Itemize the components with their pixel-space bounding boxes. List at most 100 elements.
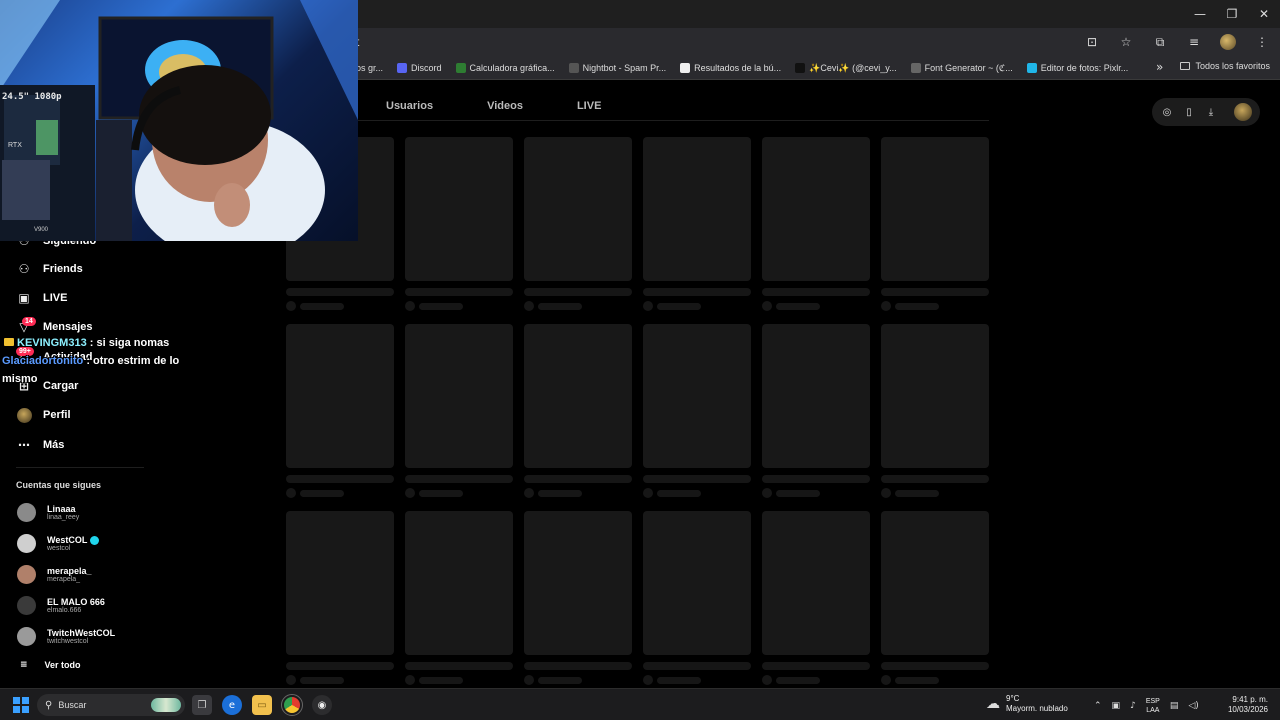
bookmark-favicon xyxy=(397,63,408,73)
edge-icon[interactable]: e xyxy=(222,695,242,715)
followed-account[interactable]: EL MALO 666 elmalo.666 xyxy=(17,596,105,615)
install-app-icon[interactable]: ⊡ xyxy=(1082,32,1102,52)
skeleton-meta xyxy=(405,675,513,685)
skeleton-thumb xyxy=(881,324,989,468)
account-name: merapela_ xyxy=(47,566,92,576)
bookmark-item[interactable]: Calculadora gráfica... xyxy=(455,63,555,73)
toolbar-icons: ⊡ ☆ ⧉ ≡ ⋮ xyxy=(1082,32,1272,52)
account-name: EL MALO 666 xyxy=(47,597,105,607)
skeleton-line xyxy=(762,288,870,296)
skeleton-line xyxy=(643,475,751,483)
clock-date: 10/03/2026 xyxy=(1227,705,1268,714)
see-all-label: Ver todo xyxy=(44,660,81,670)
download-icon[interactable]: ⤓ xyxy=(1204,105,1218,119)
bookmark-item[interactable]: Editor de fotos: Pixlr... xyxy=(1026,63,1128,73)
bookmark-item[interactable]: Font Generator ~ (ℭ... xyxy=(910,62,1013,74)
account-text: TwitchWestCOL twitchwestcol xyxy=(47,628,115,645)
avatar xyxy=(17,627,36,646)
account-text: Linaaa linaa_reey xyxy=(47,504,79,521)
skeleton-thumb xyxy=(762,511,870,655)
followed-account[interactable]: Linaaa linaa_reey xyxy=(17,503,79,522)
bookmark-favicon xyxy=(910,63,921,73)
followed-account[interactable]: WestCOL westcol xyxy=(17,534,100,553)
sidebar-item-mas[interactable]: ⋯ Más xyxy=(16,437,64,453)
messages-badge: 14 xyxy=(22,317,36,326)
tab-live[interactable]: LIVE xyxy=(577,100,601,112)
chat-username: Glaciadortonito xyxy=(2,355,84,367)
bookmark-star-icon[interactable]: ☆ xyxy=(1116,32,1136,52)
tab-videos[interactable]: Videos xyxy=(487,100,523,112)
followed-account[interactable]: merapela_ merapela_ xyxy=(17,565,92,584)
bookmark-item[interactable]: Nightbot - Spam Pr... xyxy=(568,63,666,73)
extensions-icon[interactable]: ⧉ xyxy=(1150,32,1170,52)
bookmark-item[interactable]: Discord xyxy=(397,63,442,73)
bookmark-favicon xyxy=(568,63,579,73)
tab-usuarios[interactable]: Usuarios xyxy=(386,100,433,112)
skeleton-meta xyxy=(762,675,870,685)
stream-chat-overlay: KEVINGM313 : si siga nomas Glaciadortoni… xyxy=(2,334,202,388)
skeleton-line xyxy=(881,475,989,483)
cloud-icon: ☁ xyxy=(986,696,1000,712)
see-all-button[interactable]: ≡ Ver todo xyxy=(20,660,81,670)
bookmark-item[interactable]: os gr... xyxy=(356,63,383,73)
tray-app-icon[interactable]: ▣ xyxy=(1112,701,1121,711)
taskbar-search[interactable]: ⚲ Buscar xyxy=(37,694,185,716)
lang-layout: LAA xyxy=(1146,707,1160,714)
language-indicator[interactable]: ESP LAA xyxy=(1146,697,1160,715)
skeleton-line xyxy=(524,288,632,296)
all-favorites-button[interactable]: Todos los favoritos xyxy=(1180,61,1270,71)
coins-icon[interactable]: ◎ xyxy=(1160,105,1174,119)
windows-start-button[interactable] xyxy=(13,697,29,713)
weather-widget[interactable]: ☁ 9°C Mayorm. nublado xyxy=(986,694,1068,714)
skeleton-meta xyxy=(286,675,394,685)
sidebar-item-live[interactable]: ▣ LIVE xyxy=(16,290,67,306)
bookmark-item[interactable]: ✨Cevi✨ (@cevi_y... xyxy=(795,63,897,74)
profile-icon[interactable] xyxy=(1218,32,1238,52)
followed-account[interactable]: TwitchWestCOL twitchwestcol xyxy=(17,627,115,646)
more-icon: ⋯ xyxy=(18,438,30,452)
lang-code: ESP xyxy=(1145,698,1160,705)
skeleton-meta xyxy=(405,301,513,311)
volume-icon[interactable]: ◁) xyxy=(1188,701,1198,711)
network-icon[interactable]: ▤ xyxy=(1170,701,1179,711)
sidebar-item-label: Más xyxy=(43,439,65,451)
account-username: merapela_ xyxy=(47,576,81,583)
mobile-app-icon[interactable]: ▯ xyxy=(1182,105,1196,119)
skeleton-thumb xyxy=(643,324,751,468)
bookmarks-overflow-button[interactable]: » xyxy=(1156,60,1163,74)
skeleton-meta xyxy=(524,301,632,311)
microphone-icon[interactable]: ♪ xyxy=(1130,701,1136,711)
skeleton-meta xyxy=(405,488,513,498)
tray-expand-icon[interactable]: ⌃ xyxy=(1094,701,1102,711)
skeleton-card xyxy=(405,324,513,500)
folder-icon xyxy=(1180,62,1191,70)
media-controls-icon[interactable]: ≡ xyxy=(1184,32,1204,52)
skeleton-meta xyxy=(286,488,394,498)
skeleton-line xyxy=(881,288,989,296)
user-avatar[interactable] xyxy=(1234,103,1252,121)
restore-button[interactable]: ❐ xyxy=(1216,0,1248,28)
close-button[interactable]: ✕ xyxy=(1248,0,1280,28)
skeleton-meta xyxy=(524,675,632,685)
account-text: EL MALO 666 elmalo.666 xyxy=(47,597,105,614)
task-view-icon[interactable]: ❐ xyxy=(192,695,212,715)
skeleton-meta xyxy=(286,301,394,311)
sidebar-item-friends[interactable]: ⚇ Friends xyxy=(16,261,83,277)
taskbar-clock[interactable]: 9:41 p. m. 10/03/2026 xyxy=(1228,695,1268,715)
sidebar-item-perfil[interactable]: Perfil xyxy=(16,407,71,423)
chrome-icon[interactable] xyxy=(281,694,303,716)
profile-icon xyxy=(16,407,32,423)
bookmark-item[interactable]: Resultados de la bú... xyxy=(680,63,781,73)
skeleton-line xyxy=(286,475,394,483)
minimize-button[interactable]: — xyxy=(1184,0,1216,28)
chat-message: Glaciadortonito : otro estrim de lo mism… xyxy=(2,352,202,388)
menu-kebab-icon[interactable]: ⋮ xyxy=(1252,32,1272,52)
file-explorer-icon[interactable]: ▭ xyxy=(252,695,272,715)
live-icon: ▣ xyxy=(18,291,30,305)
obs-icon[interactable]: ◉ xyxy=(312,695,332,715)
account-username: twitchwestcol xyxy=(47,638,89,645)
search-icon: ⚲ xyxy=(45,699,53,711)
skeleton-card xyxy=(524,511,632,687)
bookmark-label: Font Generator ~ (ℭ... xyxy=(924,62,1013,73)
skeleton-line xyxy=(643,662,751,670)
